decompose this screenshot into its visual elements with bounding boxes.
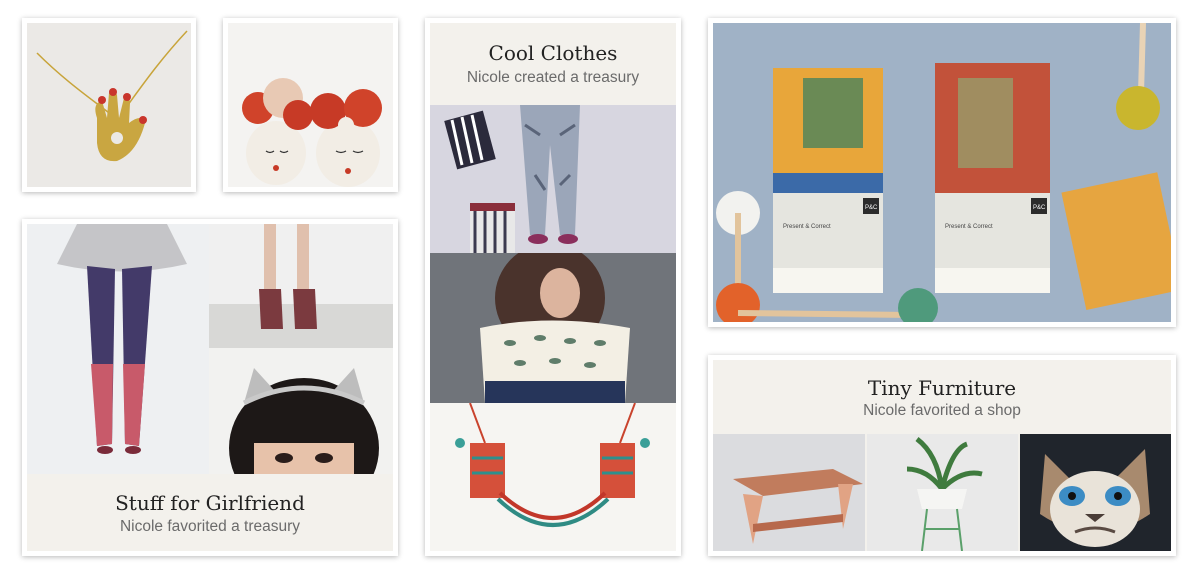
card-subtitle: Nicole created a treasury: [466, 69, 640, 86]
listing-card-face-planters[interactable]: [223, 18, 398, 192]
beaded-necklace-image: [430, 403, 676, 551]
shoes-image: [209, 224, 393, 348]
card-subtitle: Nicole favorited a shop: [863, 402, 1021, 419]
shop-card-tiny-furniture[interactable]: Tiny Furniture Nicole favorited a shop: [708, 355, 1176, 556]
tights-image: [27, 224, 209, 474]
leggings-image: [430, 105, 676, 253]
treasury-card-stuff-for-girlfriend[interactable]: Stuff for Girlfriend Nicole favorited a …: [22, 219, 398, 556]
cat-ears-headband-image: [209, 348, 393, 474]
plant-stand-image: [867, 434, 1018, 551]
postcards-image: P&C P&C Present & Correct Present & Corr…: [713, 23, 1171, 322]
face-planters-image: [228, 23, 393, 187]
tiny-table-image: [713, 434, 865, 551]
card-title: Stuff for Girlfriend: [115, 491, 305, 515]
grumpy-cat-image: [1020, 434, 1171, 551]
hand-necklace-image: [27, 23, 191, 187]
treasury-card-cool-clothes[interactable]: Cool Clothes Nicole created a treasury: [425, 18, 681, 556]
postcard-label: Present & Correct: [783, 224, 831, 230]
listing-card-hand-necklace[interactable]: [22, 18, 196, 192]
pc-logo-text: P&C: [865, 205, 878, 211]
card-title: Tiny Furniture: [867, 376, 1017, 400]
card-title: Cool Clothes: [488, 41, 618, 65]
card-subtitle: Nicole favorited a treasury: [119, 518, 301, 535]
listing-card-postcards[interactable]: P&C P&C Present & Correct Present & Corr…: [708, 18, 1176, 327]
postcard-label: Present & Correct: [945, 224, 993, 230]
leaf-print-top-image: [430, 253, 676, 403]
pc-logo-text: P&C: [1033, 205, 1046, 211]
